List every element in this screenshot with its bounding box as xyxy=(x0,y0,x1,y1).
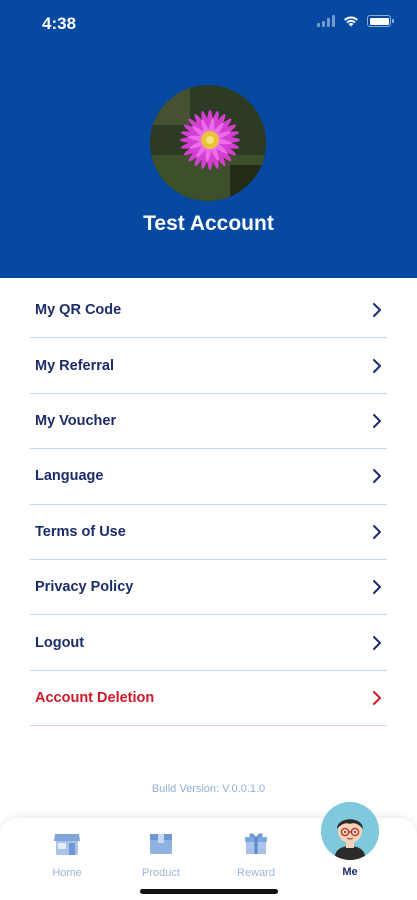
menu-item-label: My Referral xyxy=(35,357,114,374)
profile-header: 4:38 Test Account xyxy=(0,0,417,278)
tab-me[interactable] xyxy=(321,802,379,860)
tab-label: Home xyxy=(52,867,82,879)
tab-reward[interactable]: Reward xyxy=(221,828,291,879)
chevron-right-icon xyxy=(373,303,381,318)
menu-item-label: Logout xyxy=(35,634,85,651)
menu-item-logout[interactable]: Logout xyxy=(30,615,387,671)
menu-item-account-deletion[interactable]: Account Deletion xyxy=(30,671,387,727)
menu-item-referral[interactable]: My Referral xyxy=(30,338,387,394)
status-time: 4:38 xyxy=(42,14,77,33)
gift-icon xyxy=(245,833,267,854)
wifi-icon xyxy=(344,16,358,27)
account-menu: My QR Code My Referral My Voucher Langua… xyxy=(30,283,387,727)
flower-photo xyxy=(150,85,266,201)
chevron-right-icon xyxy=(373,413,381,428)
menu-item-qr-code[interactable]: My QR Code xyxy=(30,283,387,339)
tab-label: Reward xyxy=(237,867,275,879)
tab-label: Product xyxy=(142,867,180,879)
menu-item-label: My Voucher xyxy=(35,412,117,429)
tab-home[interactable]: Home xyxy=(32,828,102,879)
chevron-right-icon xyxy=(373,469,381,484)
chevron-right-icon xyxy=(373,358,381,373)
menu-item-label: Language xyxy=(35,468,104,485)
menu-item-language[interactable]: Language xyxy=(30,449,387,505)
menu-item-privacy-policy[interactable]: Privacy Policy xyxy=(30,560,387,616)
tab-label-me: Me xyxy=(342,866,358,878)
menu-item-label: Terms of Use xyxy=(35,523,126,540)
box-icon xyxy=(150,834,172,854)
chevron-right-icon xyxy=(373,580,381,595)
chevron-right-icon xyxy=(373,524,381,539)
menu-item-terms-of-use[interactable]: Terms of Use xyxy=(30,505,387,560)
menu-item-label: Privacy Policy xyxy=(35,579,134,596)
store-icon xyxy=(54,834,80,855)
avatar-icon xyxy=(321,802,379,860)
cellular-signal-icon xyxy=(317,15,335,27)
status-icons xyxy=(317,15,394,27)
profile-avatar[interactable] xyxy=(150,85,266,201)
build-version: Build Version: V.0.0.1.0 xyxy=(151,783,266,795)
battery-icon xyxy=(367,15,394,27)
chevron-right-icon xyxy=(373,690,381,705)
menu-item-voucher[interactable]: My Voucher xyxy=(30,394,387,450)
home-indicator xyxy=(140,889,278,894)
tab-product[interactable]: Product xyxy=(126,828,196,879)
status-bar: 4:38 xyxy=(0,0,417,48)
menu-item-label: My QR Code xyxy=(35,302,122,319)
chevron-right-icon xyxy=(373,635,381,650)
account-name: Test Account xyxy=(143,212,274,235)
menu-item-label: Account Deletion xyxy=(35,689,155,706)
